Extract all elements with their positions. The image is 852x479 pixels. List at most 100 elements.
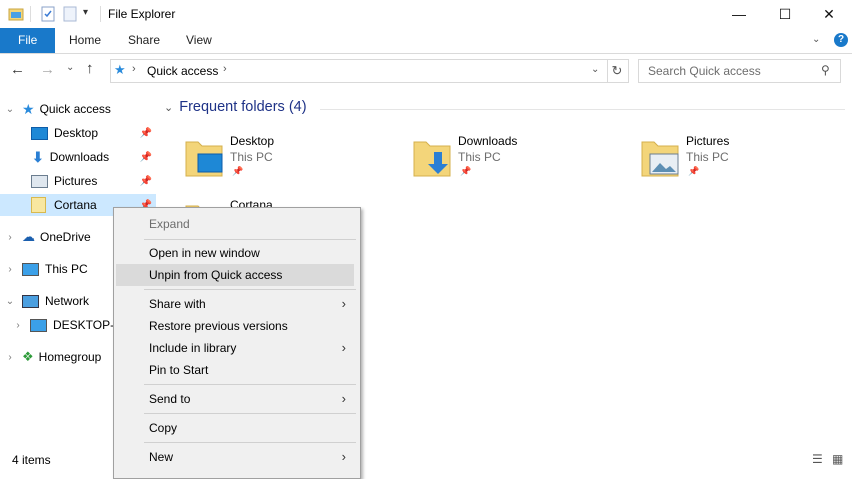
menu-item-send-to[interactable]: Send to › <box>116 388 354 410</box>
network-icon <box>22 294 39 308</box>
folder-name: Desktop <box>230 134 275 148</box>
customize-qat-dropdown-icon[interactable]: ▾ <box>83 7 88 18</box>
address-dropdown-icon[interactable]: ⌄ <box>591 64 599 75</box>
menu-separator <box>144 413 356 414</box>
up-button[interactable]: ↑ <box>86 60 94 77</box>
menu-item-include-in-library[interactable]: Include in library › <box>116 337 354 359</box>
nav-item-label: OneDrive <box>40 230 91 244</box>
computer-icon <box>30 318 47 332</box>
menu-item-label: Send to <box>149 392 191 406</box>
new-folder-icon[interactable] <box>62 6 78 25</box>
back-button[interactable]: ← <box>10 61 25 78</box>
pin-icon: 📌 <box>460 166 472 176</box>
menu-item-share-with[interactable]: Share with › <box>116 293 354 315</box>
nav-item-label: DESKTOP-B <box>53 318 123 332</box>
submenu-arrow-icon: › <box>341 391 346 406</box>
folder-name: Pictures <box>686 134 730 148</box>
submenu-arrow-icon: › <box>341 296 346 311</box>
nav-item-quick-access[interactable]: ⌄ ★ Quick access <box>0 98 156 120</box>
tab-file[interactable]: File <box>0 28 56 53</box>
ribbon-tabs: File Home Share View ⌄ ? <box>0 28 852 54</box>
nav-item-downloads[interactable]: ⬇ Downloads 📌 <box>0 146 156 168</box>
minimize-button[interactable]: — <box>716 0 762 28</box>
close-icon: ✕ <box>823 5 835 22</box>
chevron-right-icon[interactable]: › <box>12 320 24 331</box>
tab-view[interactable]: View <box>172 28 226 53</box>
expand-ribbon-icon[interactable]: ⌄ <box>812 34 820 45</box>
star-icon: ★ <box>22 100 35 117</box>
details-view-icon[interactable]: ☰ <box>812 452 823 466</box>
chevron-right-icon[interactable]: › <box>4 352 16 363</box>
window-title: File Explorer <box>108 7 176 21</box>
nav-item-label: Desktop <box>54 126 99 140</box>
folder-location: This PC <box>686 150 729 164</box>
menu-item-unpin-from-quick-access[interactable]: Unpin from Quick access <box>116 264 354 286</box>
folder-name: Downloads <box>458 134 518 148</box>
status-bar: 4 items ☰ ▦ <box>0 448 852 470</box>
forward-button[interactable]: → <box>40 61 55 78</box>
nav-item-desktop[interactable]: Desktop 📌 <box>0 122 156 144</box>
pin-icon: 📌 <box>232 166 244 176</box>
cloud-icon: ☁ <box>22 229 35 244</box>
breadcrumb-chevron-icon[interactable]: › <box>223 63 227 75</box>
recent-locations-icon[interactable]: ⌄ <box>66 62 74 73</box>
breadcrumb-chevron-icon[interactable]: › <box>132 63 136 75</box>
pictures-icon <box>31 174 48 188</box>
menu-separator <box>144 289 356 290</box>
context-menu: Expand Open in new window Unpin from Qui… <box>113 207 361 479</box>
menu-item-open-in-new-window[interactable]: Open in new window <box>116 242 354 264</box>
close-button[interactable]: ✕ <box>806 0 852 28</box>
folder-desktop-icon <box>185 141 223 177</box>
folder-tile-pictures[interactable]: Pictures This PC 📌 <box>640 134 852 194</box>
explorer-app-icon[interactable] <box>8 6 24 25</box>
nav-item-pictures[interactable]: Pictures 📌 <box>0 170 156 192</box>
tab-share[interactable]: Share <box>114 28 174 53</box>
folder-tile-desktop[interactable]: Desktop This PC 📌 <box>184 134 404 194</box>
address-bar[interactable]: ★ › Quick access › ⌄ <box>110 59 608 83</box>
folder-pictures-icon <box>641 141 679 177</box>
submenu-arrow-icon: › <box>341 340 346 355</box>
nav-item-label: Downloads <box>49 150 110 164</box>
help-icon[interactable]: ? <box>834 33 848 47</box>
search-placeholder: Search Quick access <box>648 64 761 78</box>
chevron-down-icon[interactable]: ⌄ <box>4 104 16 115</box>
pin-icon: 📌 <box>139 175 152 187</box>
desktop-icon <box>31 126 48 140</box>
chevron-right-icon[interactable]: › <box>4 264 16 275</box>
group-divider <box>320 109 845 110</box>
maximize-button[interactable]: ☐ <box>762 0 808 28</box>
menu-item-label: Include in library <box>149 341 237 355</box>
menu-item-label: Share with <box>149 297 206 311</box>
chevron-down-icon[interactable]: ⌄ <box>4 296 16 307</box>
minimize-icon: — <box>732 6 746 22</box>
menu-item-restore-previous-versions[interactable]: Restore previous versions <box>116 315 354 337</box>
title-divider <box>100 6 101 22</box>
item-count: 4 items <box>12 453 51 467</box>
pin-icon: 📌 <box>688 166 700 176</box>
nav-item-label: Quick access <box>39 102 111 116</box>
menu-item-pin-to-start[interactable]: Pin to Start <box>116 359 354 381</box>
address-row: ← → ⌄ ↑ ★ › Quick access › ⌄ ↻ Search Qu… <box>0 54 852 88</box>
folder-tile-downloads[interactable]: Downloads This PC 📌 <box>412 134 632 194</box>
folder-icon <box>31 197 46 213</box>
folder-location: This PC <box>458 150 501 164</box>
breadcrumb-location[interactable]: Quick access <box>147 64 218 78</box>
properties-icon[interactable] <box>40 6 56 25</box>
title-bar: ▾ File Explorer — ☐ ✕ <box>0 0 852 28</box>
nav-item-label: This PC <box>45 262 88 276</box>
group-header-frequent-folders[interactable]: ⌄ Frequent folders (4) <box>164 99 307 115</box>
large-icons-view-icon[interactable]: ▦ <box>832 452 843 466</box>
menu-separator <box>144 384 356 385</box>
folder-downloads-icon <box>413 141 451 177</box>
nav-item-label: Pictures <box>54 174 98 188</box>
refresh-icon: ↻ <box>611 63 623 78</box>
refresh-button[interactable]: ↻ <box>606 59 629 83</box>
folder-location: This PC <box>230 150 273 164</box>
menu-item-copy[interactable]: Copy <box>116 417 354 439</box>
search-input[interactable]: Search Quick access ⚲ <box>638 59 841 83</box>
tab-home[interactable]: Home <box>55 28 115 53</box>
chevron-down-icon[interactable]: ⌄ <box>164 101 173 114</box>
chevron-right-icon[interactable]: › <box>4 232 16 243</box>
search-icon[interactable]: ⚲ <box>821 63 830 77</box>
menu-item-expand[interactable]: Expand <box>116 213 354 235</box>
